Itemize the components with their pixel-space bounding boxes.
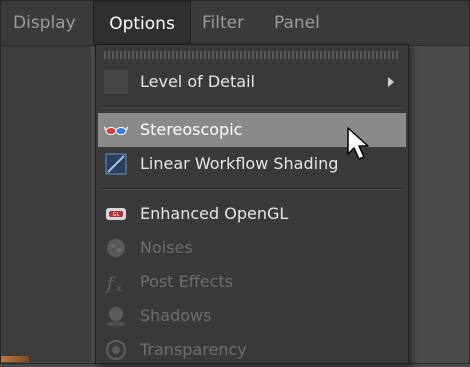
stereo-glasses-icon	[103, 118, 129, 142]
menu-filter[interactable]: Filter	[202, 1, 258, 45]
shadow-icon	[104, 304, 128, 328]
enhanced-opengl-icon: GL	[104, 202, 128, 226]
blank-icon	[104, 70, 128, 94]
viewport-accent	[1, 356, 29, 362]
menu-item-post-effects[interactable]: f x Post Effects	[98, 265, 406, 299]
menu-item-label: Enhanced OpenGL	[140, 204, 289, 223]
menu-separator	[102, 106, 402, 108]
svg-text:GL: GL	[113, 212, 120, 218]
menu-item-label: Transparency	[140, 340, 247, 359]
menu-item-label: Post Effects	[140, 272, 233, 291]
viewport-shade	[1, 46, 91, 362]
menu-panel[interactable]: Panel	[274, 1, 334, 45]
linear-workflow-icon	[104, 152, 128, 176]
options-dropdown-menu: Level of Detail Stereoscopic Linear Work…	[95, 44, 409, 364]
menu-item-label: Linear Workflow Shading	[140, 154, 339, 173]
menu-item-level-of-detail[interactable]: Level of Detail	[98, 65, 406, 99]
noise-icon	[104, 236, 128, 260]
svg-text:f: f	[105, 274, 116, 294]
menu-item-shadows[interactable]: Shadows	[98, 299, 406, 333]
menu-item-transparency[interactable]: Transparency	[98, 333, 406, 367]
menu-item-label: Shadows	[140, 306, 212, 325]
mouse-pointer-icon	[347, 127, 369, 160]
menu-item-label: Level of Detail	[140, 72, 255, 91]
menu-item-noises[interactable]: Noises	[98, 231, 406, 265]
submenu-arrow-icon	[388, 77, 394, 87]
menu-display[interactable]: Display	[13, 1, 91, 45]
menu-item-label: Noises	[140, 238, 193, 257]
fx-icon: f x	[104, 270, 128, 294]
svg-text:x: x	[116, 283, 122, 294]
menu-item-label: Stereoscopic	[140, 120, 243, 139]
tear-off-handle[interactable]	[104, 51, 400, 59]
menu-bar: Display Options Filter Panel	[1, 1, 469, 46]
transparency-icon	[104, 338, 128, 362]
menu-item-enhanced-opengl[interactable]: GL Enhanced OpenGL	[98, 197, 406, 231]
menu-options[interactable]: Options	[93, 1, 191, 45]
menu-separator	[102, 188, 402, 190]
